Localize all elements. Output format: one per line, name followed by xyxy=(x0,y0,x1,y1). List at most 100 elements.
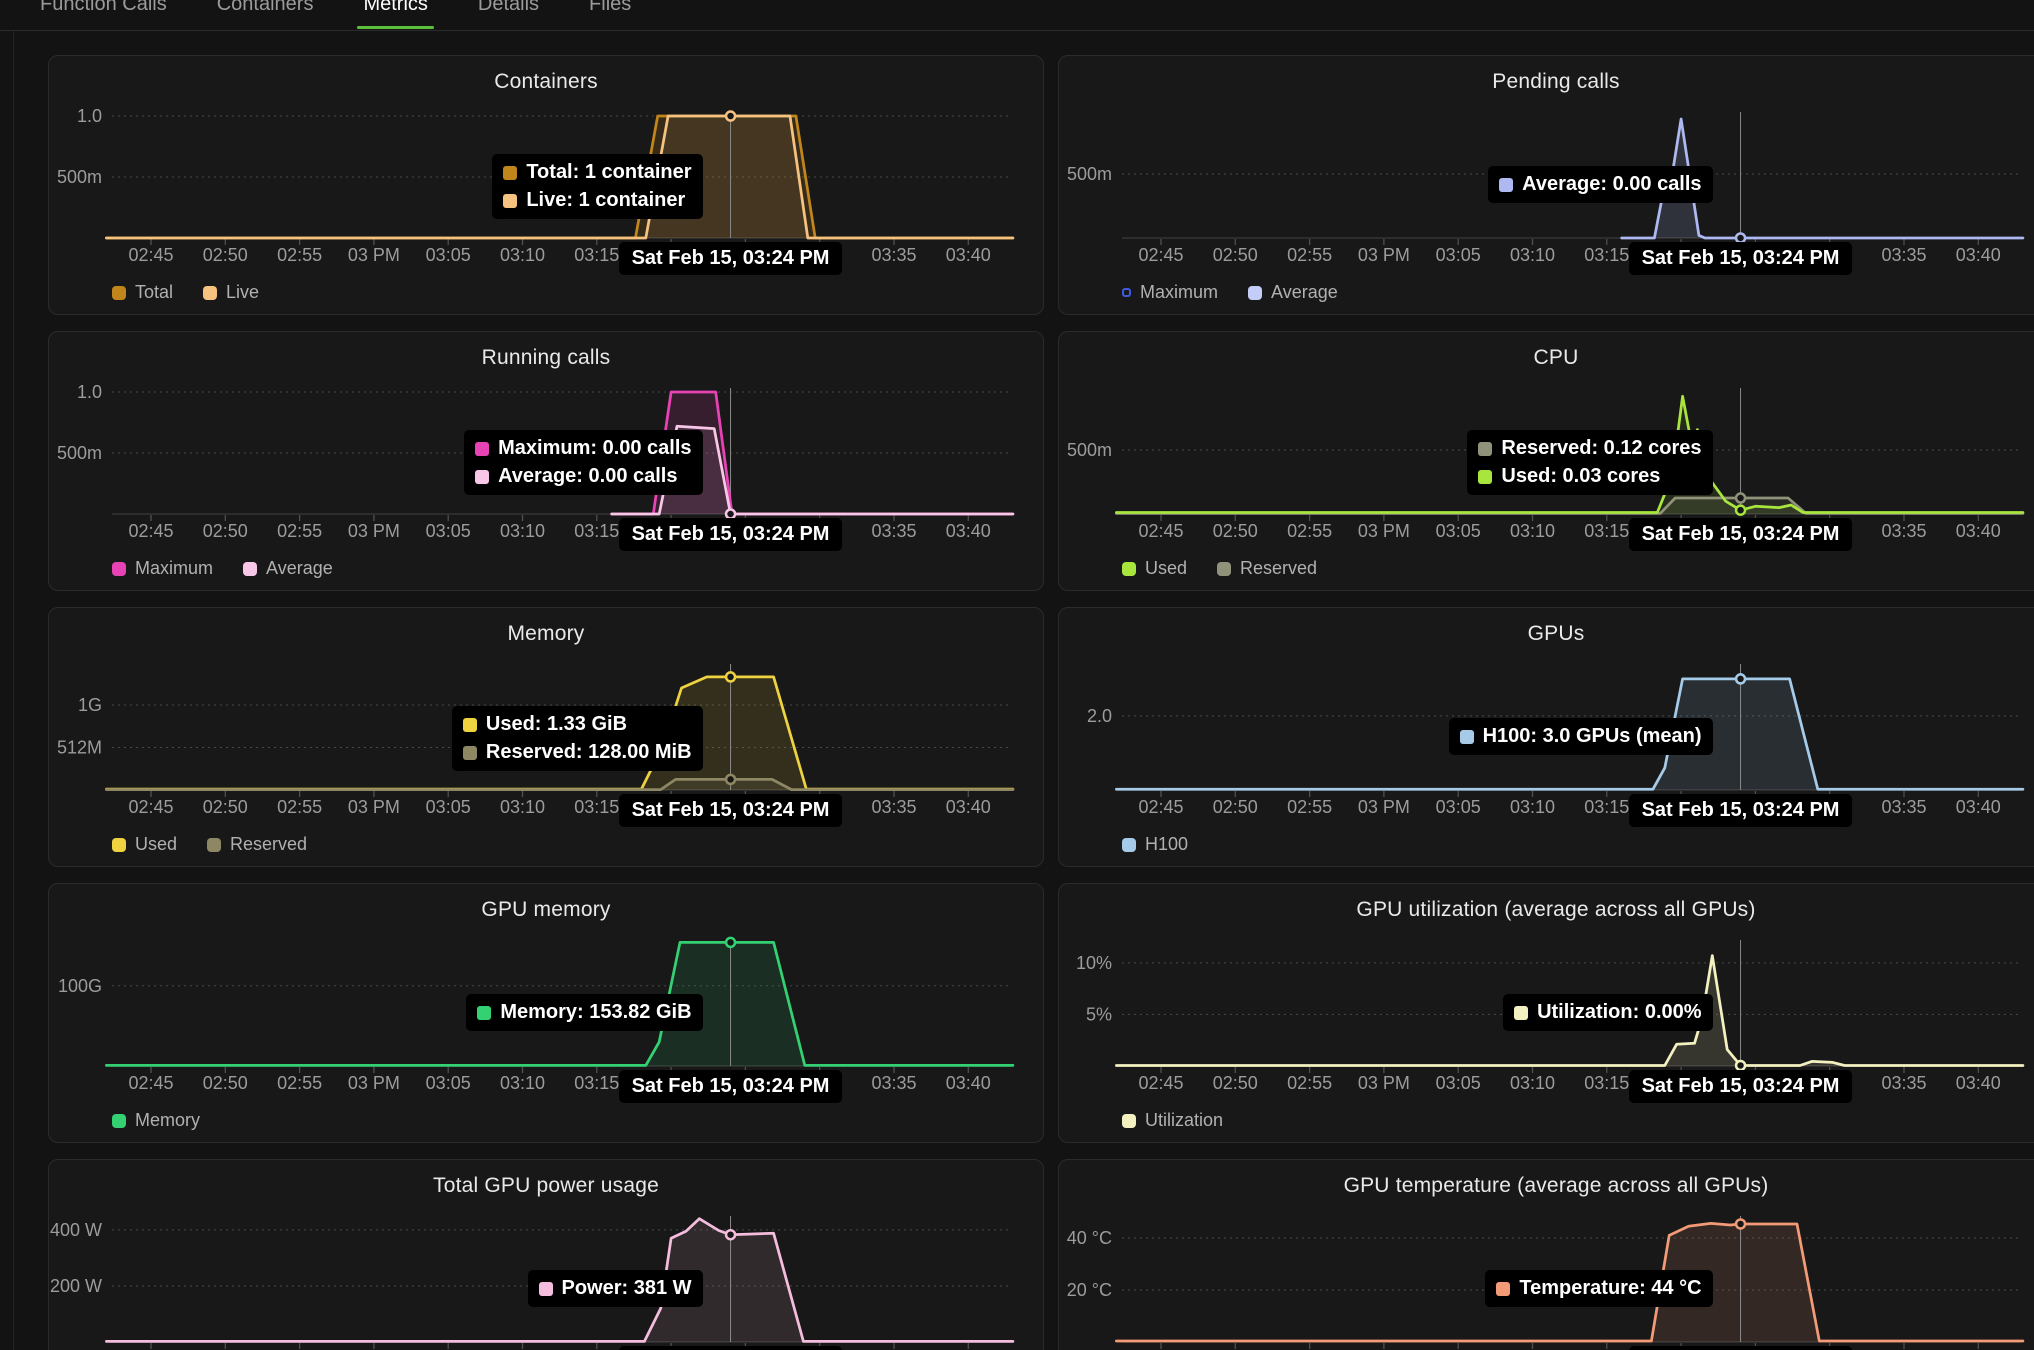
x-axis-label: 03:40 xyxy=(946,797,991,817)
chart-legend-gpu-utilization: Utilization xyxy=(1122,1110,1223,1131)
tab-containers[interactable]: Containers xyxy=(217,0,314,22)
reserved-swatch-icon xyxy=(463,746,477,760)
y-axis-label: 5% xyxy=(1086,1004,1112,1024)
cursor-marker xyxy=(1736,1061,1745,1070)
legend-label: Average xyxy=(1271,282,1338,303)
y-axis-label: 500m xyxy=(1067,440,1112,460)
live-legend-swatch-icon xyxy=(203,286,217,300)
x-axis-label: 03:10 xyxy=(1510,1073,1555,1093)
chart-panel-memory: Memory1G512M02:4502:5002:5503 PM03:0503:… xyxy=(48,607,1044,867)
chart-row: Running calls1.0500m02:4502:5002:5503 PM… xyxy=(48,331,2034,591)
maximum-legend-swatch-icon xyxy=(112,562,126,576)
legend-item-h100[interactable]: H100 xyxy=(1122,834,1188,855)
tab-metrics[interactable]: Metrics xyxy=(363,0,427,22)
x-axis-label: 03 PM xyxy=(348,245,400,265)
time-tooltip: Sat Feb 15, 03:24 PM xyxy=(619,518,843,551)
chart-legend-memory: Used Reserved xyxy=(112,834,307,855)
x-axis-label: 02:55 xyxy=(1287,245,1332,265)
y-axis-label: 40 °C xyxy=(1067,1228,1112,1248)
y-axis-label: 1G xyxy=(78,695,102,715)
chart-panel-total-gpu-power-usage: Total GPU power usage400 W200 W02:4502:5… xyxy=(48,1159,1044,1350)
chart-title-containers: Containers xyxy=(49,70,1043,94)
tab-label: Function Calls xyxy=(40,0,167,15)
cursor-marker xyxy=(726,112,735,121)
value-tooltip: Total: 1 containerLive: 1 container xyxy=(492,154,702,219)
x-axis-label: 03:40 xyxy=(946,1073,991,1093)
time-tooltip: Sat Feb 15, 03:24 PM xyxy=(1629,1346,1853,1350)
x-axis-label: 02:55 xyxy=(1287,1073,1332,1093)
x-axis-label: 03:05 xyxy=(426,245,471,265)
legend-item-used[interactable]: Used xyxy=(1122,558,1187,579)
tab-details[interactable]: Details xyxy=(478,0,539,22)
tooltip-text: Maximum: 0.00 calls xyxy=(498,437,691,460)
chart-panel-running-calls: Running calls1.0500m02:4502:5002:5503 PM… xyxy=(48,331,1044,591)
x-axis-label: 03:35 xyxy=(1881,521,1926,541)
chart-legend-gpu-memory: Memory xyxy=(112,1110,200,1131)
x-axis-label: 03:05 xyxy=(1436,245,1481,265)
active-tab-underline xyxy=(357,26,433,29)
tooltip-text: Utilization: 0.00% xyxy=(1537,1001,1701,1024)
y-axis-label: 20 °C xyxy=(1067,1280,1112,1300)
cursor-marker xyxy=(726,938,735,947)
y-axis-label: 500m xyxy=(1067,164,1112,184)
legend-item-maximum[interactable]: Maximum xyxy=(1122,282,1218,303)
value-tooltip: Utilization: 0.00% xyxy=(1503,994,1712,1031)
tooltip-text: Temperature: 44 °C xyxy=(1519,1277,1701,1300)
x-axis-label: 02:55 xyxy=(277,797,322,817)
y-axis-label: 10% xyxy=(1076,953,1112,973)
time-tooltip: Sat Feb 15, 03:24 PM xyxy=(1629,518,1853,551)
utilization-swatch-icon xyxy=(1514,1006,1528,1020)
legend-item-average[interactable]: Average xyxy=(243,558,333,579)
chart-panel-gpu-memory: GPU memory100G02:4502:5002:5503 PM03:050… xyxy=(48,883,1044,1143)
memory-swatch-icon xyxy=(477,1006,491,1020)
legend-item-total[interactable]: Total xyxy=(112,282,173,303)
x-axis-label: 03:35 xyxy=(1881,245,1926,265)
reserved-legend-swatch-icon xyxy=(1217,562,1231,576)
x-axis-label: 03:35 xyxy=(871,521,916,541)
average-legend-swatch-icon xyxy=(1248,286,1262,300)
tab-files[interactable]: Files xyxy=(589,0,631,22)
h100-swatch-icon xyxy=(1460,730,1474,744)
page-tabbar: Function Calls Containers Metrics Details Fi… xyxy=(0,0,2034,31)
legend-item-reserved[interactable]: Reserved xyxy=(1217,558,1317,579)
chart-title-gpus: GPUs xyxy=(1059,622,2034,646)
value-tooltip: H100: 3.0 GPUs (mean) xyxy=(1449,718,1713,755)
x-axis-label: 03:05 xyxy=(1436,797,1481,817)
legend-label: Reserved xyxy=(230,834,307,855)
chart-title-cpu: CPU xyxy=(1059,346,2034,370)
legend-item-reserved[interactable]: Reserved xyxy=(207,834,307,855)
x-axis-label: 03:40 xyxy=(1956,1073,2001,1093)
x-axis-label: 03:05 xyxy=(426,521,471,541)
tooltip-text: H100: 3.0 GPUs (mean) xyxy=(1483,725,1702,748)
legend-item-utilization[interactable]: Utilization xyxy=(1122,1110,1223,1131)
x-axis-label: 03:15 xyxy=(574,245,619,265)
tooltip-text: Average: 0.00 calls xyxy=(1522,173,1701,196)
x-axis-label: 02:55 xyxy=(1287,521,1332,541)
cursor-marker xyxy=(726,672,735,681)
tab-function-calls[interactable]: Function Calls xyxy=(40,0,167,22)
legend-item-average[interactable]: Average xyxy=(1248,282,1338,303)
value-tooltip: Memory: 153.82 GiB xyxy=(466,994,702,1031)
y-axis-label: 500m xyxy=(57,443,102,463)
y-axis-label: 100G xyxy=(58,976,102,996)
x-axis-label: 02:45 xyxy=(1138,521,1183,541)
legend-item-maximum[interactable]: Maximum xyxy=(112,558,213,579)
legend-item-used[interactable]: Used xyxy=(112,834,177,855)
cursor-marker xyxy=(1736,1219,1745,1228)
x-axis-label: 02:55 xyxy=(277,1073,322,1093)
x-axis-label: 03:15 xyxy=(1584,797,1629,817)
x-axis-label: 03 PM xyxy=(1358,245,1410,265)
chart-panel-gpu-utilization: GPU utilization (average across all GPUs… xyxy=(1058,883,2034,1143)
average-swatch-icon xyxy=(1499,178,1513,192)
x-axis-label: 03:35 xyxy=(871,797,916,817)
legend-item-memory[interactable]: Memory xyxy=(112,1110,200,1131)
legend-label: H100 xyxy=(1145,834,1188,855)
x-axis-label: 03:10 xyxy=(1510,245,1555,265)
x-axis-label: 03 PM xyxy=(348,521,400,541)
x-axis-label: 03:15 xyxy=(1584,1073,1629,1093)
time-tooltip: Sat Feb 15, 03:24 PM xyxy=(619,1070,843,1103)
x-axis-label: 03:35 xyxy=(1881,797,1926,817)
tooltip-text: Live: 1 container xyxy=(526,189,685,212)
y-axis-label: 400 W xyxy=(50,1220,102,1240)
legend-item-live[interactable]: Live xyxy=(203,282,259,303)
